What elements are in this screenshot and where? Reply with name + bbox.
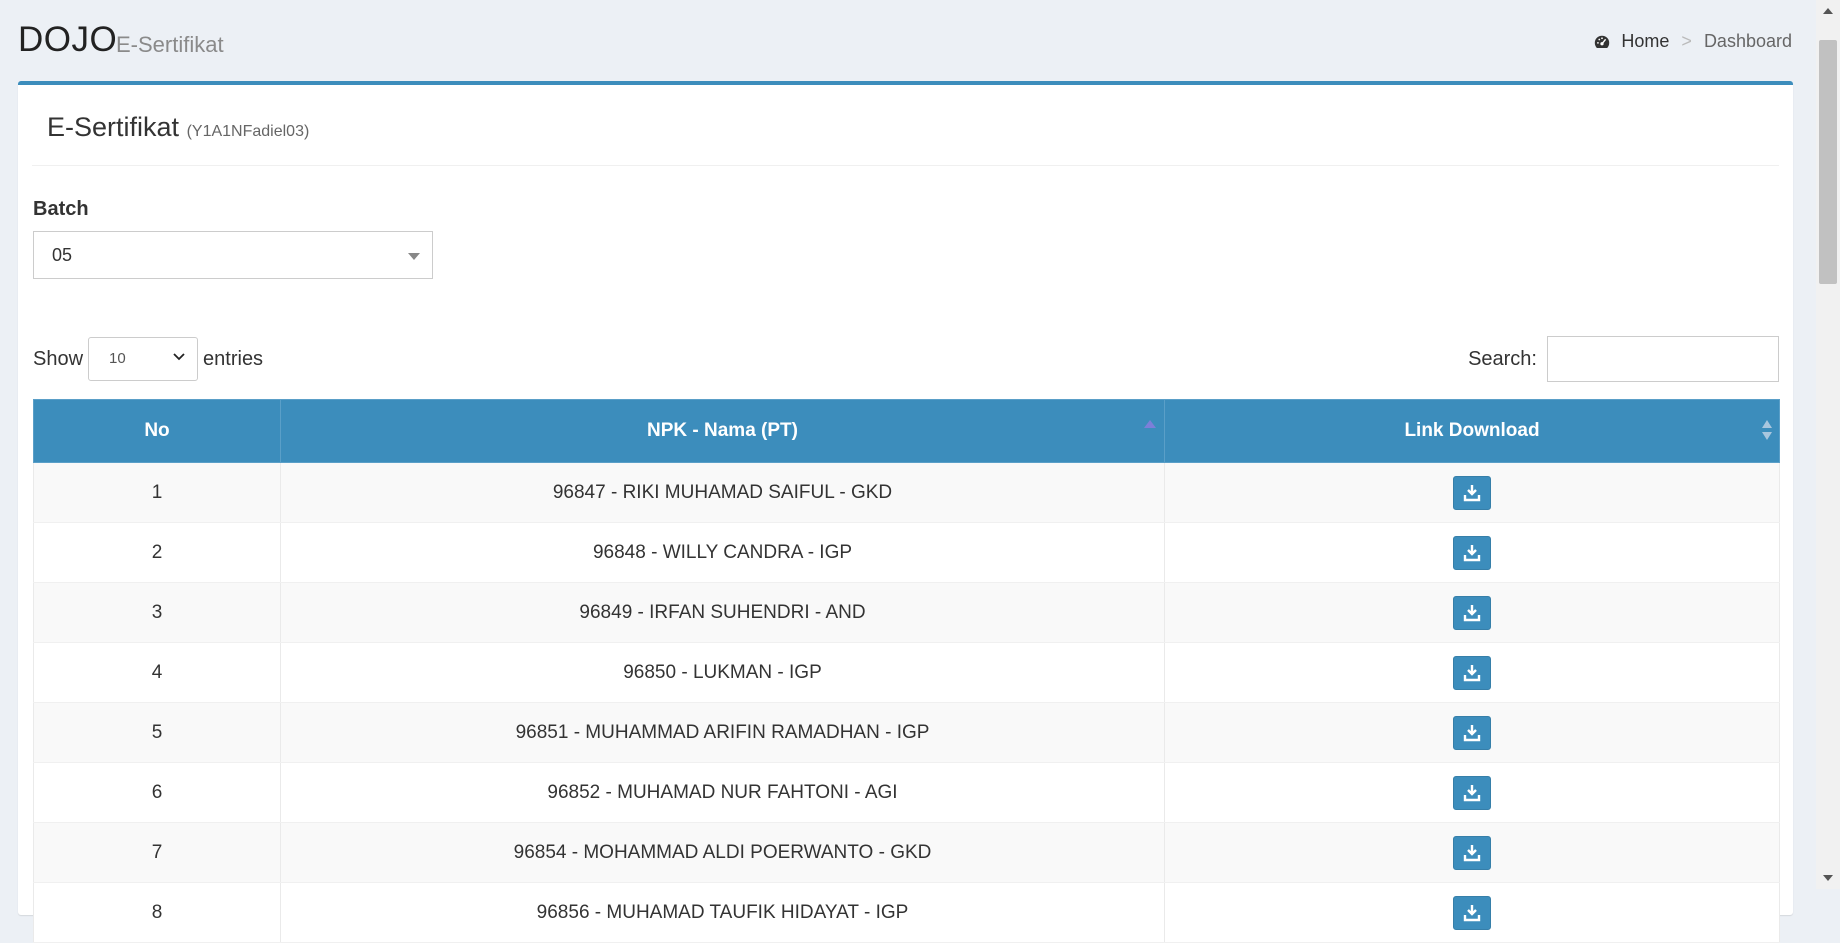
- download-button[interactable]: [1453, 535, 1491, 570]
- table-row: 6 96852 - MUHAMAD NUR FAHTONI - AGI: [33, 762, 1780, 823]
- entries-length-select[interactable]: 10: [88, 337, 199, 381]
- download-button[interactable]: [1453, 835, 1491, 870]
- download-icon: [1463, 784, 1481, 801]
- cell-npk-nama: 96849 - IRFAN SUHENDRI - AND: [280, 582, 1165, 643]
- table-row: 4 96850 - LUKMAN - IGP: [33, 642, 1780, 703]
- entries-length-value: 10: [109, 350, 126, 367]
- download-icon: [1463, 484, 1481, 501]
- cell-npk-nama: 96856 - MUHAMAD TAUFIK HIDAYAT - IGP: [280, 882, 1165, 943]
- column-header-npk-nama[interactable]: NPK - Nama (PT): [280, 399, 1165, 463]
- chevron-down-icon: [173, 353, 185, 361]
- table-row: 3 96849 - IRFAN SUHENDRI - AND: [33, 582, 1780, 643]
- box-header: E-Sertifikat (Y1A1NFadiel03): [32, 85, 1779, 166]
- cell-download: [1164, 762, 1780, 823]
- download-icon: [1463, 664, 1481, 681]
- cell-npk-nama: 96847 - RIKI MUHAMAD SAIFUL - GKD: [280, 462, 1165, 523]
- download-button[interactable]: [1453, 655, 1491, 690]
- cell-npk-nama: 96852 - MUHAMAD NUR FAHTONI - AGI: [280, 762, 1165, 823]
- box-title-text: E-Sertifikat: [47, 112, 180, 142]
- column-header-label: No: [144, 420, 170, 441]
- cell-no: 8: [33, 882, 281, 943]
- breadcrumb-separator: >: [1681, 31, 1692, 51]
- cell-no: 7: [33, 822, 281, 883]
- batch-label: Batch: [33, 198, 89, 220]
- batch-select-value: 05: [52, 245, 73, 265]
- cell-download: [1164, 642, 1780, 703]
- cell-no: 3: [33, 582, 281, 643]
- table-search: Search:: [1468, 336, 1779, 382]
- download-icon: [1463, 844, 1481, 861]
- cell-no: 1: [33, 462, 281, 523]
- cell-download: [1164, 522, 1780, 583]
- entries-length-control: Show 10 entries: [33, 337, 263, 381]
- scroll-down-arrow-icon[interactable]: [1823, 875, 1833, 881]
- column-header-label: Link Download: [1404, 420, 1540, 441]
- scroll-up-arrow-icon[interactable]: [1823, 8, 1833, 14]
- cell-no: 4: [33, 642, 281, 703]
- table-row: 2 96848 - WILLY CANDRA - IGP: [33, 522, 1780, 583]
- table-row: 1 96847 - RIKI MUHAMAD SAIFUL - GKD: [33, 462, 1780, 523]
- download-button[interactable]: [1453, 715, 1491, 750]
- column-header-label: NPK - Nama (PT): [647, 420, 798, 441]
- download-button[interactable]: [1453, 895, 1491, 930]
- certificate-box: E-Sertifikat (Y1A1NFadiel03) Batch 05 Sh…: [18, 81, 1793, 943]
- brand-subtitle: E-Sertifikat: [116, 32, 224, 57]
- cell-npk-nama: 96851 - MUHAMMAD ARIFIN RAMADHAN - IGP: [280, 702, 1165, 763]
- cell-no: 2: [33, 522, 281, 583]
- cell-npk-nama: 96850 - LUKMAN - IGP: [280, 642, 1165, 703]
- download-icon: [1463, 604, 1481, 621]
- cell-no: 5: [33, 702, 281, 763]
- caret-down-icon: [408, 253, 420, 260]
- entries-label: entries: [203, 347, 264, 370]
- download-icon: [1463, 724, 1481, 741]
- box-title-code: (Y1A1NFadiel03): [186, 123, 310, 140]
- search-label: Search:: [1468, 347, 1537, 370]
- brand-title: DOJO: [18, 20, 118, 59]
- column-header-no[interactable]: No: [33, 399, 281, 463]
- scrollbar-thumb[interactable]: [1819, 40, 1837, 284]
- cell-download: [1164, 822, 1780, 883]
- cell-npk-nama: 96848 - WILLY CANDRA - IGP: [280, 522, 1165, 583]
- sort-both-icon: [1762, 420, 1772, 440]
- breadcrumb-current: Dashboard: [1703, 31, 1792, 51]
- download-button[interactable]: [1453, 595, 1491, 630]
- cell-download: [1164, 882, 1780, 943]
- cell-no: 6: [33, 762, 281, 823]
- table-row: 8 96856 - MUHAMAD TAUFIK HIDAYAT - IGP: [33, 882, 1780, 943]
- sort-ascending-icon: [1144, 420, 1156, 428]
- certificate-table: No NPK - Nama (PT) Link Download 1 96847…: [33, 399, 1780, 943]
- show-label: Show: [33, 347, 84, 370]
- download-button[interactable]: [1453, 775, 1491, 810]
- page-header: DOJO E-Sertifikat Home > Dashboard: [18, 16, 1792, 66]
- page-scrollbar[interactable]: [1816, 0, 1840, 889]
- breadcrumb-home-link[interactable]: Home: [1621, 31, 1669, 52]
- breadcrumb: Home > Dashboard: [1593, 31, 1792, 52]
- cell-download: [1164, 702, 1780, 763]
- cell-download: [1164, 462, 1780, 523]
- cell-download: [1164, 582, 1780, 643]
- download-icon: [1463, 544, 1481, 561]
- table-row: 7 96854 - MOHAMMAD ALDI POERWANTO - GKD: [33, 822, 1780, 883]
- box-title: E-Sertifikat (Y1A1NFadiel03): [47, 112, 309, 143]
- column-header-link-download[interactable]: Link Download: [1164, 399, 1780, 463]
- download-button[interactable]: [1453, 475, 1491, 510]
- cell-npk-nama: 96854 - MOHAMMAD ALDI POERWANTO - GKD: [280, 822, 1165, 883]
- dashboard-gauge-icon: [1595, 35, 1610, 48]
- batch-select[interactable]: 05: [33, 231, 433, 279]
- search-input[interactable]: [1547, 336, 1779, 382]
- download-icon: [1463, 904, 1481, 921]
- table-row: 5 96851 - MUHAMMAD ARIFIN RAMADHAN - IGP: [33, 702, 1780, 763]
